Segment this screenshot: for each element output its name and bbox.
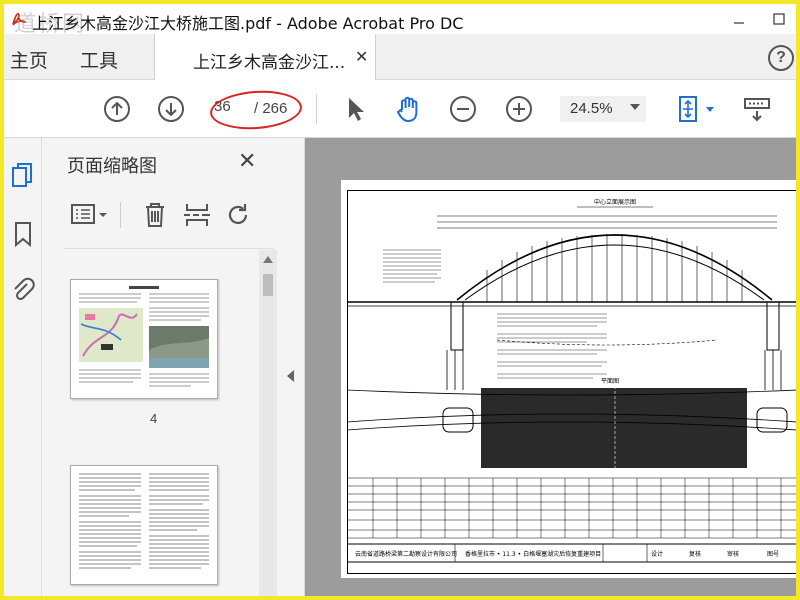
tab-bar: 主页 工具 上江乡木高金沙江... ✕ ?	[4, 34, 796, 80]
minimize-button[interactable]	[724, 4, 754, 34]
thumbnail-page[interactable]	[70, 465, 218, 585]
panel-title: 页面缩略图	[67, 156, 157, 177]
trash-icon[interactable]	[140, 200, 170, 230]
options-menu-icon[interactable]	[70, 200, 110, 230]
chevron-down-icon[interactable]	[630, 104, 640, 110]
drawing-section-label: 平面图	[601, 378, 619, 385]
toolbar-divider	[316, 94, 317, 124]
acrobat-window: 道桥网 上江乡木高金沙江大桥施工图.pdf - Adobe Acrobat Pr…	[4, 4, 796, 596]
pdf-page: 中心立面展示图 平面图 云南省道路桥梁第二勘察设计有限公司 香格里拉市 • 11…	[341, 180, 796, 578]
thumbnail-page[interactable]	[70, 279, 218, 399]
zoom-value: 24.5%	[570, 100, 613, 117]
bookmark-icon[interactable]	[10, 220, 36, 248]
panel-collapse-strip[interactable]	[279, 138, 305, 596]
thumbnail-panel: 页面缩略图 ✕ 4	[42, 138, 279, 596]
collapse-arrow-icon[interactable]	[287, 370, 294, 382]
menu-tools[interactable]: 工具	[80, 46, 118, 73]
rotate-icon[interactable]	[224, 200, 254, 230]
thumbnail-preview	[79, 473, 209, 569]
thumbnail-list[interactable]: 4	[64, 248, 274, 596]
toolbar: 36 / 266 24.5%	[4, 80, 796, 138]
document-viewport[interactable]: 中心立面展示图 平面图 云南省道路桥梁第二勘察设计有限公司 香格里拉市 • 11…	[305, 138, 796, 596]
zoom-out-icon[interactable]	[448, 94, 478, 124]
thumbnail-page-number: 4	[150, 411, 158, 426]
hand-tool-icon[interactable]	[394, 94, 424, 124]
thumbnail-preview	[79, 286, 209, 387]
scroll-up-icon[interactable]	[263, 256, 273, 263]
drawing-role-drawing-no: 图号	[767, 551, 779, 558]
panel-tool-divider	[120, 202, 121, 228]
menu-home[interactable]: 主页	[10, 46, 48, 73]
keyboard-scroll-icon[interactable]	[742, 94, 772, 124]
scroll-thumb[interactable]	[263, 274, 273, 296]
insert-pages-icon[interactable]	[182, 200, 212, 230]
bridge-drawing: 中心立面展示图 平面图 云南省道路桥梁第二勘察设计有限公司 香格里拉市 • 11…	[347, 190, 796, 574]
attachment-icon[interactable]	[10, 276, 36, 304]
select-cursor-icon[interactable]	[340, 94, 370, 124]
drawing-project: 香格里拉市 • 11.3 • 白格堰塞湖灾后恢复重建项目	[465, 550, 601, 558]
maximize-icon	[773, 13, 785, 25]
thumbnail-scrollbar[interactable]	[259, 250, 277, 596]
drawing-company: 云南省道路桥梁第二勘察设计有限公司	[355, 550, 457, 558]
minimize-icon	[734, 22, 744, 24]
document-tab-label: 上江乡木高金沙江...	[193, 53, 346, 73]
next-page-icon[interactable]	[156, 94, 186, 124]
title-bar: 道桥网 上江乡木高金沙江大桥施工图.pdf - Adobe Acrobat Pr…	[4, 4, 796, 37]
close-tab-icon[interactable]: ✕	[355, 47, 368, 67]
help-icon[interactable]: ?	[768, 45, 794, 71]
drawing-top-label: 中心立面展示图	[594, 198, 636, 206]
drawing-role-check: 复核	[689, 550, 701, 558]
maximize-button[interactable]	[764, 4, 794, 34]
document-tab[interactable]: 上江乡木高金沙江... ✕	[154, 34, 376, 80]
window-title: 上江乡木高金沙江大桥施工图.pdf - Adobe Acrobat Pro DC	[32, 14, 464, 33]
fit-options-caret-icon[interactable]	[706, 107, 714, 112]
annotation-oval	[208, 87, 304, 133]
previous-page-icon[interactable]	[102, 94, 132, 124]
drawing-role-design: 设计	[651, 550, 663, 558]
close-panel-icon[interactable]: ✕	[238, 148, 256, 174]
page-thumbnails-icon[interactable]	[10, 162, 36, 190]
left-navigation-rail	[4, 138, 42, 596]
drawing-role-review: 审核	[727, 550, 739, 558]
fit-page-icon[interactable]	[674, 94, 704, 124]
zoom-in-icon[interactable]	[504, 94, 534, 124]
